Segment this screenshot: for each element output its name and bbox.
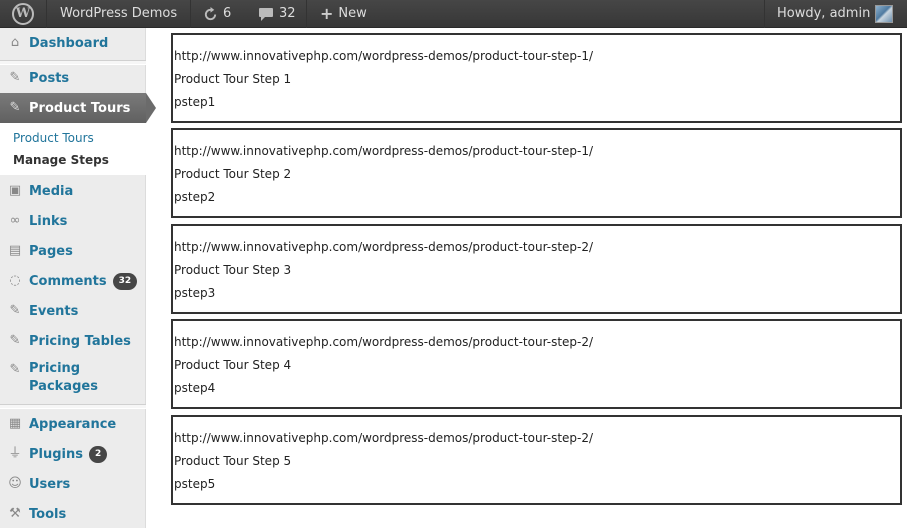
menu-appearance[interactable]: ▦ Appearance [0, 413, 146, 435]
menu-events[interactable]: ✎ Events [0, 300, 146, 322]
current-menu-arrow [146, 93, 156, 123]
admin-bar: W WordPress Demos 6 32 + New Howdy, admi… [0, 0, 907, 28]
step-box: http://www.innovativephp.com/wordpress-d… [171, 224, 902, 314]
refresh-icon [204, 6, 217, 20]
wrench-icon: ⚒ [9, 506, 21, 521]
menu-label: Product Tours [29, 100, 131, 116]
menu-media[interactable]: ▣ Media [0, 180, 146, 202]
updates-count: 6 [223, 6, 232, 21]
menu-label: Users [29, 476, 71, 492]
comments-link[interactable]: 32 [258, 0, 296, 28]
pushpin-icon: ✎ [9, 70, 21, 85]
step-url: http://www.innovativephp.com/wordpress-d… [174, 240, 594, 254]
submenu-product-tours[interactable]: Product Tours [13, 131, 94, 145]
menu-pages[interactable]: ▤ Pages [0, 240, 146, 262]
pages-icon: ▤ [8, 243, 22, 258]
menu-posts[interactable]: ✎ Posts [0, 67, 146, 89]
step-box: http://www.innovativephp.com/wordpress-d… [171, 33, 902, 123]
menu-label: Media [29, 183, 74, 199]
step-id: pstep4 [174, 381, 216, 395]
menu-separator [0, 60, 146, 65]
menu-separator [0, 404, 146, 409]
step-title: Product Tour Step 5 [174, 454, 292, 468]
step-title: Product Tour Step 2 [174, 167, 292, 181]
menu-tools[interactable]: ⚒ Tools [0, 503, 146, 525]
house-icon: ⌂ [10, 35, 20, 50]
comment-bubble-icon [259, 7, 273, 21]
menu-dashboard[interactable]: ⌂ Dashboard [0, 32, 146, 54]
plug-icon: ⏚ [8, 446, 22, 461]
product-tours-submenu: Product Tours Manage Steps [0, 123, 146, 175]
admin-bar-divider [306, 0, 307, 28]
menu-users[interactable]: ☺ Users [0, 473, 146, 495]
site-name-label: WordPress Demos [60, 6, 178, 21]
pushpin-icon: ✎ [9, 362, 21, 377]
menu-comments[interactable]: ◌ Comments 32 [0, 270, 146, 292]
wordpress-logo-icon[interactable]: W [12, 3, 34, 25]
menu-plugins[interactable]: ⏚ Plugins 2 [0, 443, 146, 465]
menu-pricing-packages[interactable]: ✎ Pricing Packages [0, 360, 146, 400]
menu-label: Posts [29, 70, 70, 86]
menu-label: Pricing Tables [29, 333, 131, 349]
step-box: http://www.innovativephp.com/wordpress-d… [171, 128, 902, 218]
admin-sidebar: ⌂ Dashboard ✎ Posts ✎ Product Tours Prod… [0, 28, 156, 528]
step-id: pstep1 [174, 95, 216, 109]
menu-label-line-1: Pricing [29, 361, 81, 376]
new-label: New [338, 6, 367, 21]
howdy-label: Howdy, admin [777, 6, 871, 21]
menu-label: Pricing Packages [29, 360, 98, 396]
menu-links[interactable]: ∞ Links [0, 210, 146, 232]
admin-bar-divider [46, 0, 47, 28]
new-content-link[interactable]: + New [320, 0, 367, 28]
admin-bar-divider [190, 0, 191, 28]
step-url: http://www.innovativephp.com/wordpress-d… [174, 431, 594, 445]
menu-label: Comments [29, 273, 107, 289]
my-account-link[interactable]: Howdy, admin [777, 0, 894, 28]
menu-pricing-tables[interactable]: ✎ Pricing Tables [0, 330, 146, 352]
pushpin-icon: ✎ [9, 100, 21, 115]
menu-label: Events [29, 303, 79, 319]
menu-label: Links [29, 213, 68, 229]
pushpin-icon: ✎ [9, 333, 21, 348]
menu-label: Plugins [29, 446, 83, 462]
pushpin-icon: ✎ [9, 303, 21, 318]
step-box: http://www.innovativephp.com/wordpress-d… [171, 319, 902, 409]
step-url: http://www.innovativephp.com/wordpress-d… [174, 335, 594, 349]
menu-label: Tools [29, 506, 67, 522]
step-id: pstep5 [174, 477, 216, 491]
link-icon: ∞ [9, 213, 21, 228]
step-url: http://www.innovativephp.com/wordpress-d… [174, 49, 594, 63]
users-icon: ☺ [8, 476, 22, 491]
menu-label-line-2: Packages [29, 379, 98, 394]
submenu-manage-steps[interactable]: Manage Steps [13, 153, 109, 167]
menu-label: Appearance [29, 416, 117, 432]
menu-label: Dashboard [29, 35, 109, 51]
step-url: http://www.innovativephp.com/wordpress-d… [174, 144, 594, 158]
plugins-badge: 2 [89, 445, 108, 463]
updates-link[interactable]: 6 [203, 0, 231, 28]
comments-count: 32 [279, 6, 296, 21]
step-id: pstep2 [174, 190, 216, 204]
comments-badge: 32 [112, 272, 138, 290]
menu-label: Pages [29, 243, 73, 259]
step-title: Product Tour Step 3 [174, 263, 292, 277]
media-icon: ▣ [8, 183, 22, 198]
step-title: Product Tour Step 4 [174, 358, 292, 372]
step-id: pstep3 [174, 286, 216, 300]
admin-bar-divider [764, 0, 765, 28]
plus-icon: + [320, 4, 334, 23]
avatar [875, 5, 894, 23]
menu-product-tours[interactable]: ✎ Product Tours [0, 93, 156, 123]
step-title: Product Tour Step 1 [174, 72, 292, 86]
step-box: http://www.innovativephp.com/wordpress-d… [171, 415, 902, 505]
site-name-link[interactable]: WordPress Demos [60, 0, 177, 28]
appearance-icon: ▦ [8, 416, 22, 431]
comment-bubble-icon: ◌ [9, 273, 21, 288]
